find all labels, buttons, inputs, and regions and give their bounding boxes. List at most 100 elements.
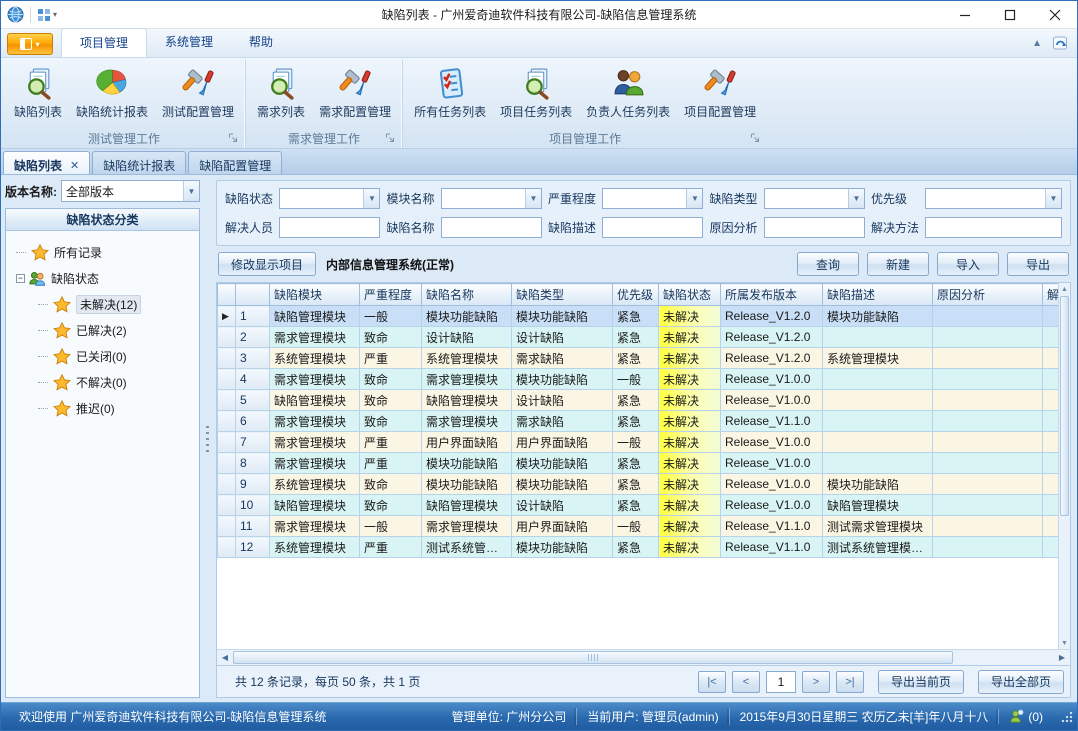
ribbon-button-项目任务列表[interactable]: 项目任务列表 xyxy=(493,62,579,122)
filter-input-解决人员[interactable] xyxy=(279,217,380,238)
tree-item-所有记录[interactable]: 所有记录 xyxy=(16,239,197,265)
cell xyxy=(823,411,933,432)
table-row[interactable]: ▶1缺陷管理模块一般模块功能缺陷模块功能缺陷紧急未解决Release_V1.2.… xyxy=(218,306,1059,327)
ribbon-button-缺陷统计报表[interactable]: 缺陷统计报表 xyxy=(69,62,155,122)
tree-expander-icon[interactable]: − xyxy=(16,274,25,283)
chevron-down-icon: ▼ xyxy=(525,189,541,208)
chevron-down-icon: ▼ xyxy=(363,189,379,208)
splitter-handle[interactable] xyxy=(203,175,212,702)
column-header-严重程度[interactable]: 严重程度 xyxy=(360,284,422,306)
ribbon-tab-系统管理[interactable]: 系统管理 xyxy=(147,28,231,57)
ribbon-button-测试配置管理[interactable]: 测试配置管理 xyxy=(155,62,241,122)
last-page-button[interactable]: >| xyxy=(836,671,864,693)
document-tab-缺陷列表[interactable]: 缺陷列表✕ xyxy=(3,151,90,174)
dialog-launcher-icon[interactable] xyxy=(385,133,396,144)
table-row[interactable]: 7需求管理模块严重用户界面缺陷用户界面缺陷一般未解决Release_V1.0.0 xyxy=(218,432,1059,453)
collapse-ribbon-icon[interactable]: ▲ xyxy=(1032,38,1042,49)
prev-page-button[interactable]: < xyxy=(732,671,760,693)
filter-select-模块名称[interactable]: ▼ xyxy=(441,188,542,209)
filter-input-解决方法[interactable] xyxy=(925,217,1062,238)
application-menu-button[interactable]: ▾ xyxy=(7,33,53,55)
column-header-优先级[interactable]: 优先级 xyxy=(613,284,659,306)
ribbon-button-项目配置管理[interactable]: 项目配置管理 xyxy=(677,62,763,122)
messages-indicator[interactable]: (0) xyxy=(998,709,1053,724)
dialog-launcher-icon[interactable] xyxy=(228,133,239,144)
minimize-button[interactable] xyxy=(942,1,987,28)
column-header-缺陷模块[interactable]: 缺陷模块 xyxy=(270,284,360,306)
ribbon-tab-项目管理[interactable]: 项目管理 xyxy=(61,28,147,57)
next-page-button[interactable]: > xyxy=(802,671,830,693)
search-button[interactable]: 查询 xyxy=(797,252,859,276)
tools-icon xyxy=(339,67,372,100)
column-header-缺陷名称[interactable]: 缺陷名称 xyxy=(422,284,512,306)
table-row[interactable]: 12系统管理模块严重测试系统管理...模块功能缺陷紧急未解决Release_V1… xyxy=(218,537,1059,558)
table-row[interactable]: 4需求管理模块致命需求管理模块模块功能缺陷一般未解决Release_V1.0.0 xyxy=(218,369,1059,390)
column-header-缺陷描述[interactable]: 缺陷描述 xyxy=(823,284,933,306)
scroll-left-icon[interactable]: ◀ xyxy=(217,653,233,662)
close-tab-icon[interactable]: ✕ xyxy=(70,159,79,172)
filter-select-缺陷状态[interactable]: ▼ xyxy=(279,188,380,209)
tree-item-已关闭(0)[interactable]: 已关闭(0) xyxy=(38,343,197,369)
horizontal-scrollbar[interactable]: ◀ ▶ xyxy=(216,649,1071,666)
column-header-原因分析[interactable]: 原因分析 xyxy=(933,284,1043,306)
ribbon-button-缺陷列表[interactable]: 缺陷列表 xyxy=(7,62,69,122)
star-icon xyxy=(53,296,71,313)
column-header-缺陷状态[interactable]: 缺陷状态 xyxy=(659,284,721,306)
table-row[interactable]: 10缺陷管理模块致命缺陷管理模块设计缺陷紧急未解决Release_V1.0.0缺… xyxy=(218,495,1059,516)
cell xyxy=(933,369,1043,390)
ribbon-button-需求配置管理[interactable]: 需求配置管理 xyxy=(312,62,398,122)
first-page-button[interactable]: |< xyxy=(698,671,726,693)
filter-select-优先级[interactable]: ▼ xyxy=(925,188,1062,209)
filter-input-原因分析[interactable] xyxy=(764,217,865,238)
ribbon-tab-帮助[interactable]: 帮助 xyxy=(231,28,291,57)
scroll-up-icon[interactable]: ▲ xyxy=(1059,283,1070,295)
table-row[interactable]: 6需求管理模块致命需求管理模块需求缺陷紧急未解决Release_V1.1.0 xyxy=(218,411,1059,432)
resize-grip[interactable] xyxy=(1061,711,1073,723)
tree-item-缺陷状态[interactable]: −缺陷状态 xyxy=(16,265,197,291)
tools-icon xyxy=(704,67,737,100)
horizontal-scroll-thumb[interactable] xyxy=(233,651,953,664)
help-icon[interactable] xyxy=(1052,35,1069,51)
filter-input-缺陷描述[interactable] xyxy=(602,217,703,238)
column-header-缺陷类型[interactable]: 缺陷类型 xyxy=(512,284,613,306)
column-header-解决方法[interactable]: 解决方法 xyxy=(1043,284,1059,306)
page-number-input[interactable]: 1 xyxy=(766,671,796,693)
vertical-scroll-thumb[interactable] xyxy=(1060,296,1069,516)
table-row[interactable]: 8需求管理模块严重模块功能缺陷模块功能缺陷紧急未解决Release_V1.0.0 xyxy=(218,453,1059,474)
export-current-page-button[interactable]: 导出当前页 xyxy=(878,670,964,694)
maximize-button[interactable] xyxy=(987,1,1032,28)
dialog-launcher-icon[interactable] xyxy=(750,133,761,144)
export-button[interactable]: 导出 xyxy=(1007,252,1069,276)
tree-item-未解决(12)[interactable]: 未解决(12) xyxy=(38,291,197,317)
scroll-down-icon[interactable]: ▼ xyxy=(1059,637,1070,649)
ribbon-button-所有任务列表[interactable]: 所有任务列表 xyxy=(407,62,493,122)
filter-input-缺陷名称[interactable] xyxy=(441,217,542,238)
document-tab-缺陷统计报表[interactable]: 缺陷统计报表 xyxy=(92,151,186,174)
quick-access-toolbar-button[interactable]: ▾ xyxy=(37,8,57,22)
version-select[interactable]: 全部版本 ▼ xyxy=(61,180,200,202)
filter-select-严重程度[interactable]: ▼ xyxy=(602,188,703,209)
close-button[interactable] xyxy=(1032,1,1077,28)
status-bar: 欢迎使用 广州爱奇迪软件科技有限公司-缺陷信息管理系统 管理单位: 广州分公司 … xyxy=(1,702,1077,730)
export-all-pages-button[interactable]: 导出全部页 xyxy=(978,670,1064,694)
doc-search-icon xyxy=(22,67,55,100)
import-button[interactable]: 导入 xyxy=(937,252,999,276)
filter-select-缺陷类型[interactable]: ▼ xyxy=(764,188,865,209)
scroll-right-icon[interactable]: ▶ xyxy=(1054,653,1070,662)
column-header-所属发布版本[interactable]: 所属发布版本 xyxy=(721,284,823,306)
table-row[interactable]: 11需求管理模块一般需求管理模块用户界面缺陷一般未解决Release_V1.1.… xyxy=(218,516,1059,537)
cell: 测试需求管理模块 xyxy=(823,516,933,537)
table-row[interactable]: 2需求管理模块致命设计缺陷设计缺陷紧急未解决Release_V1.2.0 xyxy=(218,327,1059,348)
table-row[interactable]: 9系统管理模块致命模块功能缺陷模块功能缺陷紧急未解决Release_V1.0.0… xyxy=(218,474,1059,495)
ribbon-button-负责人任务列表[interactable]: 负责人任务列表 xyxy=(579,62,677,122)
tree-item-推迟(0)[interactable]: 推迟(0) xyxy=(38,395,197,421)
table-row[interactable]: 5缺陷管理模块致命缺陷管理模块设计缺陷紧急未解决Release_V1.0.0 xyxy=(218,390,1059,411)
tree-item-不解决(0)[interactable]: 不解决(0) xyxy=(38,369,197,395)
tree-item-已解决(2)[interactable]: 已解决(2) xyxy=(38,317,197,343)
ribbon-button-需求列表[interactable]: 需求列表 xyxy=(250,62,312,122)
table-row[interactable]: 3系统管理模块严重系统管理模块需求缺陷紧急未解决Release_V1.2.0系统… xyxy=(218,348,1059,369)
new-button[interactable]: 新建 xyxy=(867,252,929,276)
modify-columns-button[interactable]: 修改显示项目 xyxy=(218,252,316,276)
vertical-scrollbar[interactable]: ▲ ▼ xyxy=(1058,283,1070,649)
document-tab-缺陷配置管理[interactable]: 缺陷配置管理 xyxy=(188,151,282,174)
